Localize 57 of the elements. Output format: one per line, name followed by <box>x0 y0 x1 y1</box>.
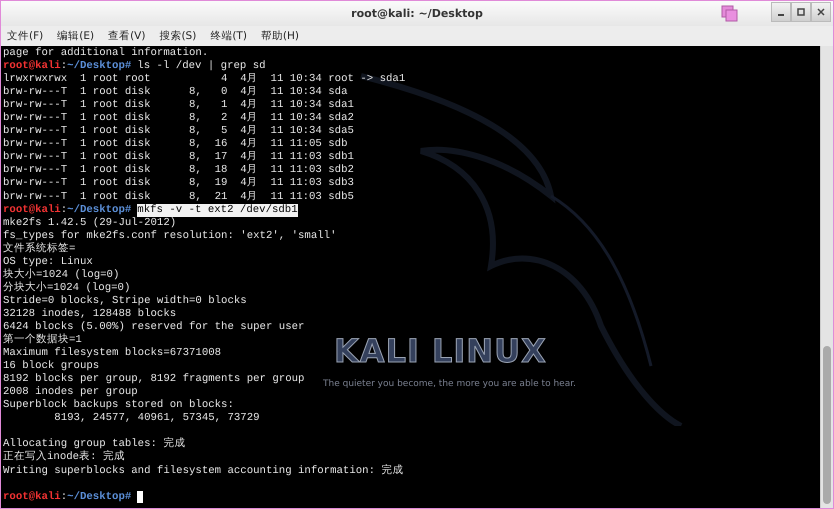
terminal-line: OS type: Linux <box>3 256 93 268</box>
terminal-line: 第一个数据块=1 <box>3 334 82 347</box>
scrollbar[interactable] <box>820 46 833 508</box>
terminal-line: Allocating group tables: 完成 <box>3 438 186 450</box>
terminal-line: 8193, 24577, 40961, 57345, 73729 <box>53 412 260 426</box>
terminal-line: lrwxrwxrwx 1 root root 4 4月 11 10:34 root -> sda1 <box>3 73 406 86</box>
terminal-line: fs_types for mke2fs.conf resolution: 'ext2', 'small' <box>3 230 337 242</box>
menu-item[interactable]: 编辑(E) <box>57 29 94 43</box>
terminal-line: brw-rw---T 1 root disk 8, 17 4月 11 11:03 sdb1 <box>3 151 354 164</box>
terminal-line: 8192 blocks per group, 8192 fragments per group <box>3 373 304 386</box>
terminal-line: brw-rw---T 1 root disk 8, 1 4月 11 10:34 sda1 <box>3 99 354 112</box>
command-text: ls -l /dev | grep sd <box>137 60 266 73</box>
menu-item[interactable]: 终端(T) <box>210 29 247 43</box>
prompt-user: root@kali <box>3 204 61 217</box>
window-title: root@kali: ~/Desktop <box>351 7 483 20</box>
command-text: mkfs -v -t ext2 /dev/sdb1 <box>137 204 298 217</box>
terminal-line: 分块大小=1024 (log=0) <box>3 282 130 295</box>
wallpaper-logo: KALI LINUX <box>333 331 548 371</box>
terminal-line: 文件系统标签= <box>3 242 76 256</box>
terminal-line: 正在写入inode表: 完成 <box>3 451 125 464</box>
terminal-line: mke2fs 1.42.5 (29-Jul-2012) <box>3 216 176 230</box>
terminal-line: 6424 blocks (5.00%) reserved for the super user <box>3 320 304 333</box>
terminal-line: brw-rw---T 1 root disk 8, 16 4月 11 11:05 sdb <box>3 138 348 151</box>
close-icon <box>817 8 825 16</box>
terminal-line: 块大小=1024 (log=0) <box>3 268 120 281</box>
menu-item[interactable]: 帮助(H) <box>260 29 300 43</box>
prompt-user: root@kali <box>3 60 61 73</box>
prompt-path: ~/Desktop# <box>67 60 132 74</box>
prompt-separator: : <box>60 490 68 504</box>
terminal-line: brw-rw---T 1 root disk 8, 5 4月 11 10:34 sda5 <box>3 125 354 138</box>
minimize-button[interactable] <box>771 2 791 22</box>
terminal-line: brw-rw---T 1 root disk 8, 18 4月 11 11:03 sdb2 <box>3 164 354 177</box>
prompt-path: ~/Desktop# <box>67 490 132 504</box>
windows-icon <box>721 5 739 22</box>
menu-item[interactable]: 查看(V) <box>108 29 146 43</box>
terminal-line: Maximum filesystem blocks=67371008 <box>3 347 222 360</box>
terminal-line: 32128 inodes, 128488 blocks <box>3 308 176 321</box>
terminal-line: Stride=0 blocks, Stripe width=0 blocks <box>3 294 247 308</box>
maximize-icon <box>797 8 805 16</box>
terminal-line: Writing superblocks and filesystem accounting information: 完成 <box>3 464 404 478</box>
terminal-line: 2008 inodes per group <box>3 386 138 399</box>
close-button[interactable] <box>811 2 831 22</box>
terminal-line: brw-rw---T 1 root disk 8, 0 4月 11 10:34 sda <box>3 86 348 99</box>
terminal-line: Superblock backups stored on blocks: <box>3 399 234 412</box>
wallpaper-tagline: The quieter you become, the more you are able to hear. <box>323 378 576 390</box>
terminal-line: 16 block groups <box>3 360 100 373</box>
terminal-line: page for additional information. <box>3 47 208 60</box>
menu-item[interactable]: 搜索(S) <box>159 29 196 43</box>
prompt-separator: : <box>60 204 68 217</box>
prompt-user: root@kali <box>3 490 61 504</box>
terminal-line: brw-rw---T 1 root disk 8, 19 4月 11 11:03 sdb3 <box>3 177 354 191</box>
prompt-separator: : <box>60 60 68 73</box>
terminal-line: brw-rw---T 1 root disk 8, 21 4月 11 11:03 sdb5 <box>3 190 354 204</box>
prompt-path: ~/Desktop# <box>67 204 132 217</box>
menu-item[interactable]: 文件(F) <box>7 29 44 43</box>
terminal-line: brw-rw---T 1 root disk 8, 2 4月 11 10:34 sda2 <box>3 112 354 125</box>
maximize-button[interactable] <box>791 2 811 22</box>
